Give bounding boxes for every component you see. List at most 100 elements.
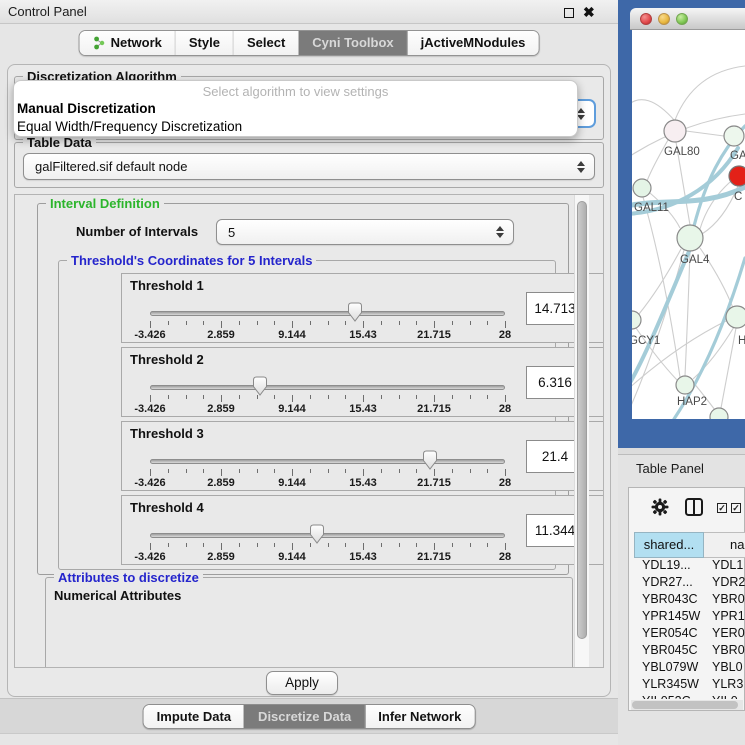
network-window-titlebar[interactable]: [630, 8, 745, 30]
apply-button[interactable]: Apply: [266, 671, 338, 695]
slider-track[interactable]: [150, 385, 505, 390]
slider-tick: [416, 543, 417, 547]
close-traffic-light-icon[interactable]: [640, 13, 652, 25]
bottom-tab-infer-network[interactable]: Infer Network: [364, 705, 474, 728]
bottom-tab-discretize-data[interactable]: Discretize Data: [244, 705, 364, 728]
tab-label: Discretize Data: [258, 705, 351, 728]
hscrollbar-thumb[interactable]: [632, 701, 738, 709]
node-bottom-partial-node[interactable]: [710, 408, 728, 419]
scrollbar-thumb[interactable]: [577, 201, 587, 639]
dropdown-option-manual[interactable]: Manual Discretization: [14, 100, 577, 118]
table-row[interactable]: YDR27...YDR2: [629, 575, 745, 592]
slider-track[interactable]: [150, 311, 505, 316]
slider-tick: [150, 395, 151, 402]
threshold-label: Threshold 3: [130, 426, 204, 441]
slider-tick: [328, 321, 329, 325]
slider-tick: [221, 469, 222, 476]
cell-shared-name: YPR145W: [629, 609, 705, 626]
slider-tick: [257, 543, 258, 547]
column-header-name[interactable]: na: [704, 532, 745, 558]
table-row[interactable]: YIL052CYIL0: [629, 694, 745, 699]
node-label-C: C: [734, 191, 742, 203]
table-panel-title: Table Panel: [636, 461, 704, 476]
slider-tick: [505, 469, 506, 476]
thresholds-group: Threshold's Coordinates for 5 Intervals …: [58, 260, 556, 570]
node-GAL-partial-topright[interactable]: [724, 126, 744, 146]
tab-cyni-toolbox[interactable]: Cyni Toolbox: [298, 31, 406, 55]
table-row[interactable]: YER054CYER0: [629, 626, 745, 643]
slider-tick-label: 21.715: [417, 329, 451, 341]
table-toolbar: ✓ ✓: [629, 488, 744, 528]
bottom-tab-impute-data[interactable]: Impute Data: [144, 705, 244, 728]
slider-thumb[interactable]: [347, 302, 363, 323]
threshold-panel-1: Threshold 1-3.4262.8599.14415.4321.71528…: [121, 273, 604, 343]
slider-tick-label: -3.426: [134, 403, 165, 415]
table-data-combobox[interactable]: galFiltered.sif default node: [23, 153, 595, 180]
network-graph: GAL80GACGAL11GAL4GCY1HHAP2: [632, 30, 745, 419]
threshold-label: Threshold 4: [130, 500, 204, 515]
table-row[interactable]: YBL079WYBL0: [629, 660, 745, 677]
tab-style[interactable]: Style: [175, 31, 233, 55]
table-hscrollbar[interactable]: [631, 700, 743, 710]
slider-tick: [381, 469, 382, 473]
network-thick-edges: [632, 126, 745, 419]
tab-label: jActiveMNodules: [421, 31, 526, 55]
slider-tick-label: 28: [499, 477, 511, 489]
slider-tick-label: 2.859: [207, 403, 235, 415]
slider-tick: [239, 395, 240, 399]
node-GAL4[interactable]: [677, 225, 703, 251]
slider-tick: [274, 543, 275, 547]
control-panel: Control Panel ✖ NetworkStyleSelectCyni T…: [0, 0, 618, 745]
tab-label: Network: [111, 31, 162, 55]
tab-jactivemnodules[interactable]: jActiveMNodules: [407, 31, 539, 55]
node-GAL11[interactable]: [633, 179, 651, 197]
slider-tick: [186, 395, 187, 399]
slider-tick: [292, 543, 293, 550]
table-row[interactable]: YPR145WYPR1: [629, 609, 745, 626]
float-window-icon[interactable]: [564, 8, 574, 18]
slider-thumb[interactable]: [252, 376, 268, 397]
table-row[interactable]: YDL19...YDL1: [629, 558, 745, 575]
checkbox-icon[interactable]: ✓: [731, 503, 741, 513]
slider-thumb[interactable]: [309, 524, 325, 545]
tab-network[interactable]: Network: [80, 31, 175, 55]
node-label-GAL11: GAL11: [634, 202, 669, 214]
dropdown-option-equal-width[interactable]: Equal Width/Frequency Discretization: [14, 118, 577, 136]
node-label-GAL80: GAL80: [664, 146, 700, 158]
main-scrollbar[interactable]: [574, 195, 589, 667]
table-row[interactable]: YBR043CYBR0: [629, 592, 745, 609]
network-window-frame[interactable]: GAL80GACGAL11GAL4GCY1HHAP2: [618, 0, 745, 448]
table-row[interactable]: YBR045CYBR0: [629, 643, 745, 660]
slider-tick: [274, 395, 275, 399]
column-header-shared[interactable]: shared...: [634, 532, 704, 558]
node-HAP2[interactable]: [676, 376, 694, 394]
slider-tick: [239, 321, 240, 325]
dropdown-hint: Select algorithm to view settings: [14, 84, 577, 100]
gear-icon[interactable]: [651, 498, 669, 516]
tab-select[interactable]: Select: [233, 31, 298, 55]
algorithm-dropdown-popup: Select algorithm to view settings Manual…: [13, 80, 578, 137]
node-H-partial-right[interactable]: [726, 306, 745, 328]
slider-tick: [221, 543, 222, 550]
number-of-intervals-combobox[interactable]: 5: [216, 219, 514, 245]
slider-tick: [274, 469, 275, 473]
slider-track[interactable]: [150, 459, 505, 464]
table-header-row: shared... na: [634, 532, 745, 558]
slider-tick: [310, 469, 311, 473]
network-canvas[interactable]: GAL80GACGAL11GAL4GCY1HHAP2: [632, 30, 745, 419]
node-selected-red-node[interactable]: [729, 166, 745, 186]
slider-tick: [416, 469, 417, 473]
columns-icon[interactable]: [685, 498, 703, 516]
cell-shared-name: YBL079W: [629, 660, 705, 677]
close-icon[interactable]: ✖: [583, 2, 595, 22]
checkbox-icon[interactable]: ✓: [717, 503, 727, 513]
table-row[interactable]: YLR345WYLR3: [629, 677, 745, 694]
cell-name: YIL0: [705, 694, 745, 699]
slider-thumb[interactable]: [422, 450, 438, 471]
minimize-traffic-light-icon[interactable]: [658, 13, 670, 25]
slider-track[interactable]: [150, 533, 505, 538]
slider-tick: [345, 395, 346, 399]
zoom-traffic-light-icon[interactable]: [676, 13, 688, 25]
node-GAL80[interactable]: [664, 120, 686, 142]
cell-shared-name: YIL052C: [629, 694, 705, 699]
